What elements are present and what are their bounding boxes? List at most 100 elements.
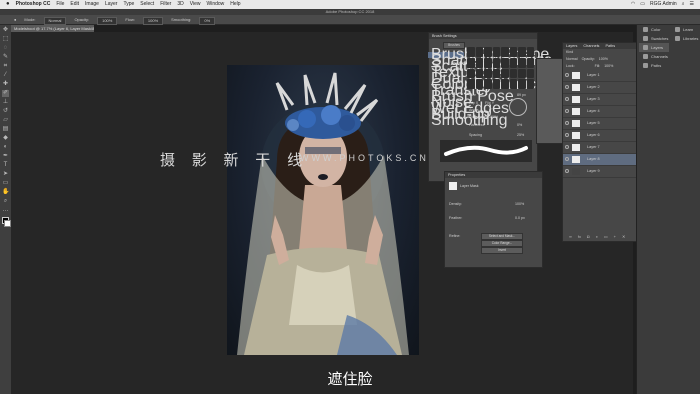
battery-icon[interactable]: ▭ xyxy=(640,0,645,9)
healing-tool-icon[interactable]: ✚ xyxy=(2,81,9,88)
dock-layers[interactable]: Layers xyxy=(639,43,669,52)
fill-value[interactable]: 100% xyxy=(604,63,613,70)
eyedropper-tool-icon[interactable]: ⁄ xyxy=(2,72,9,79)
hardness-value[interactable]: 0% xyxy=(517,123,522,127)
lock-row: Lock: Fill: 100% xyxy=(563,63,637,70)
blend-mode-select[interactable]: Normal xyxy=(566,56,578,63)
apple-icon[interactable]: ● xyxy=(6,0,10,9)
visibility-icon[interactable] xyxy=(565,157,569,161)
history-brush-icon[interactable]: ↺ xyxy=(2,108,9,115)
menu-image[interactable]: Image xyxy=(85,0,99,9)
menu-select[interactable]: Select xyxy=(140,0,154,9)
layer-name: Layer 8 xyxy=(587,157,600,161)
adjustment-icon[interactable]: ◑ xyxy=(595,234,597,239)
document-tab[interactable]: Modelshoot @ 17.7% (Layer 6, Layer Mask/… xyxy=(11,25,94,32)
color-swatches[interactable] xyxy=(0,217,11,229)
opacity-label: Opacity: xyxy=(74,17,90,22)
menu-app[interactable]: Photoshop CC xyxy=(16,0,51,9)
zoom-tool-icon[interactable]: ⌕ xyxy=(2,198,9,205)
density-value[interactable]: 100% xyxy=(515,202,524,206)
layer-row[interactable]: Layer 5 xyxy=(563,118,637,130)
dock-learn[interactable]: Learn xyxy=(671,25,700,34)
opacity-field[interactable]: 100% xyxy=(97,17,118,25)
menu-help[interactable]: Help xyxy=(230,0,240,9)
dock-libraries[interactable]: Libraries xyxy=(671,34,700,43)
quick-select-tool-icon[interactable]: ✎ xyxy=(2,54,9,61)
smoothing-field[interactable]: 0% xyxy=(199,17,216,25)
menu-layer[interactable]: Layer xyxy=(105,0,118,9)
menu-3d[interactable]: 3D xyxy=(177,0,183,9)
pen-tool-icon[interactable]: ✒ xyxy=(2,153,9,160)
layer-row-selected[interactable]: Layer 8 xyxy=(563,154,637,166)
visibility-icon[interactable] xyxy=(565,85,569,89)
stamp-tool-icon[interactable]: ⊥ xyxy=(2,99,9,106)
layer-row[interactable]: Layer 7 xyxy=(563,142,637,154)
visibility-icon[interactable] xyxy=(565,121,569,125)
gradient-tool-icon[interactable]: ▤ xyxy=(2,126,9,133)
menu-edit[interactable]: Edit xyxy=(70,0,79,9)
marquee-tool-icon[interactable]: ⬚ xyxy=(2,36,9,43)
menu-type[interactable]: Type xyxy=(123,0,134,9)
mask-icon[interactable]: ◘ xyxy=(587,234,589,239)
menu-view[interactable]: View xyxy=(190,0,201,9)
move-tool-icon[interactable]: ✥ xyxy=(2,27,9,34)
menu-file[interactable]: File xyxy=(56,0,64,9)
layer-opacity-value[interactable]: 100% xyxy=(599,56,608,63)
path-select-tool-icon[interactable]: ➤ xyxy=(2,171,9,178)
spacing-value[interactable]: 25% xyxy=(517,133,524,137)
dock-paths[interactable]: Paths xyxy=(639,61,669,70)
layer-row[interactable]: Layer 6 xyxy=(563,130,637,142)
shape-tool-icon[interactable]: ▭ xyxy=(2,180,9,187)
wifi-icon[interactable]: ◠ xyxy=(631,0,635,9)
invert-button[interactable]: Invert xyxy=(481,247,523,254)
layer-row[interactable]: Layer 4 xyxy=(563,106,637,118)
tab-paths[interactable]: Paths xyxy=(605,43,615,49)
menu-filter[interactable]: Filter xyxy=(160,0,171,9)
feather-value[interactable]: 0.0 px xyxy=(515,216,525,220)
tab-channels[interactable]: Channels xyxy=(583,43,599,49)
visibility-icon[interactable] xyxy=(565,109,569,113)
flow-field[interactable]: 100% xyxy=(142,17,164,25)
right-dock: Color Swatches Layers Channels Paths Lea… xyxy=(636,25,700,394)
visibility-icon[interactable] xyxy=(565,97,569,101)
dodge-tool-icon[interactable]: ◐ xyxy=(2,144,9,151)
dock-channels[interactable]: Channels xyxy=(639,52,669,61)
layer-row[interactable]: Layer 2 xyxy=(563,82,637,94)
new-layer-icon[interactable]: + xyxy=(614,234,616,239)
blur-tool-icon[interactable]: ◆ xyxy=(2,135,9,142)
kind-filter[interactable]: Kind xyxy=(566,50,573,54)
crop-tool-icon[interactable]: ⌗ xyxy=(2,63,9,70)
layer-row[interactable]: Layer 9 xyxy=(563,166,637,178)
properties-title: Properties xyxy=(445,172,542,178)
brush-preset-icon[interactable]: ● xyxy=(14,15,16,24)
brush-tool-icon[interactable]: ✐ xyxy=(2,90,9,97)
user-menu[interactable]: RGG Admin xyxy=(650,0,677,9)
document-image[interactable] xyxy=(227,65,419,355)
menu-window[interactable]: Window xyxy=(206,0,224,9)
mode-select[interactable]: Normal xyxy=(43,17,67,25)
brush-section-item[interactable]: Smoothing xyxy=(428,113,508,129)
fx-icon[interactable]: fx xyxy=(578,234,581,239)
select-and-mask-button[interactable]: Select and Mask... xyxy=(481,233,523,240)
trash-icon[interactable]: ✕ xyxy=(622,234,625,239)
more-tools-icon[interactable]: … xyxy=(2,207,9,214)
list-icon[interactable]: ☰ xyxy=(690,0,694,9)
lasso-tool-icon[interactable]: ◌ xyxy=(2,45,9,52)
layer-row[interactable]: Layer 1 xyxy=(563,70,637,82)
visibility-icon[interactable] xyxy=(565,133,569,137)
visibility-icon[interactable] xyxy=(565,169,569,173)
color-range-button[interactable]: Color Range... xyxy=(481,240,523,247)
dock-swatches[interactable]: Swatches xyxy=(639,34,669,43)
search-icon[interactable]: ⌕ xyxy=(682,0,685,9)
type-tool-icon[interactable]: T xyxy=(2,162,9,169)
visibility-icon[interactable] xyxy=(565,73,569,77)
eraser-tool-icon[interactable]: ▱ xyxy=(2,117,9,124)
hand-tool-icon[interactable]: ✋ xyxy=(2,189,9,196)
folder-icon[interactable]: ▭ xyxy=(604,234,608,239)
link-icon[interactable]: ∞ xyxy=(569,234,572,239)
layer-row[interactable]: Layer 3 xyxy=(563,94,637,106)
brush-size-value[interactable]: 89 px xyxy=(517,93,526,97)
brush-tip-grid[interactable] xyxy=(467,47,534,89)
visibility-icon[interactable] xyxy=(565,145,569,149)
dock-color[interactable]: Color xyxy=(639,25,669,34)
